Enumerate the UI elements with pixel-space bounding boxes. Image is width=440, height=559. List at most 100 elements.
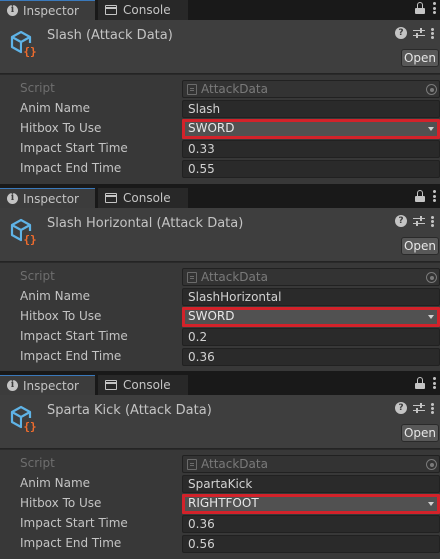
help-icon[interactable]: ? [395, 27, 407, 39]
object-picker-icon[interactable] [426, 84, 437, 95]
tab-inspector[interactable]: i Inspector [0, 0, 95, 20]
object-picker-icon[interactable] [426, 459, 437, 470]
svg-text:{}: {} [23, 420, 36, 433]
kebab-menu-icon[interactable] [431, 215, 434, 227]
hitbox-dropdown[interactable]: SWORD [182, 119, 440, 139]
tab-console-label: Console [123, 378, 171, 392]
script-value: AttackData [201, 457, 268, 471]
script-file-icon [187, 272, 197, 283]
open-button[interactable]: Open [401, 49, 439, 67]
tab-inspector-label: Inspector [23, 378, 79, 393]
field-list: Script AttackData Anim Name SlashHorizon… [0, 263, 440, 367]
field-label-script: Script [20, 269, 55, 283]
impact-end-input[interactable]: 0.36 [182, 348, 440, 366]
field-row-anim-name: Anim Name SpartaKick [0, 474, 440, 494]
asset-header: {} Slash Horizontal (Attack Data) ? Open [0, 208, 440, 262]
script-field: AttackData [182, 80, 440, 98]
script-file-icon [187, 459, 197, 470]
preset-icon[interactable] [413, 402, 425, 414]
help-icon[interactable]: ? [395, 402, 407, 414]
hitbox-dropdown[interactable]: SWORD [182, 307, 440, 327]
tab-bar: i Inspector Console [0, 188, 440, 208]
field-label-hitbox: Hitbox To Use [20, 496, 102, 510]
script-field: AttackData [182, 455, 440, 473]
field-label-anim-name: Anim Name [20, 289, 91, 303]
field-label-impact-end: Impact End Time [20, 161, 122, 175]
dropdown-arrow-icon [428, 127, 434, 131]
field-label-hitbox: Hitbox To Use [20, 121, 102, 135]
anim-name-input[interactable]: Slash [182, 100, 440, 118]
info-icon: i [7, 5, 18, 16]
hitbox-selected-value: SWORD [188, 121, 235, 135]
preset-icon[interactable] [413, 215, 425, 227]
field-label-impact-end: Impact End Time [20, 349, 122, 363]
open-button[interactable]: Open [401, 237, 439, 255]
script-field: AttackData [182, 268, 440, 286]
tab-inspector-label: Inspector [23, 191, 79, 206]
tab-tools [415, 190, 436, 202]
field-label-impact-start: Impact Start Time [20, 141, 128, 155]
object-picker-icon[interactable] [426, 272, 437, 283]
impact-start-input[interactable]: 0.33 [182, 140, 440, 158]
help-icon[interactable]: ? [395, 215, 407, 227]
field-label-impact-start: Impact Start Time [20, 516, 128, 530]
tab-inspector[interactable]: i Inspector [0, 375, 95, 395]
field-row-hitbox: Hitbox To Use RIGHTFOOT [0, 494, 440, 514]
kebab-menu-icon[interactable] [433, 190, 436, 202]
header-tools: ? [395, 215, 434, 227]
field-row-impact-end: Impact End Time 0.56 [0, 534, 440, 554]
anim-name-input[interactable]: SlashHorizontal [182, 288, 440, 306]
impact-end-input[interactable]: 0.56 [182, 535, 440, 553]
console-icon [105, 380, 117, 390]
field-row-anim-name: Anim Name Slash [0, 99, 440, 119]
kebab-menu-icon[interactable] [433, 2, 436, 14]
field-row-script: Script AttackData [0, 454, 440, 474]
field-label-script: Script [20, 456, 55, 470]
impact-start-input[interactable]: 0.36 [182, 515, 440, 533]
field-row-anim-name: Anim Name SlashHorizontal [0, 287, 440, 307]
hitbox-selected-value: SWORD [188, 309, 235, 323]
impact-end-input[interactable]: 0.55 [182, 160, 440, 178]
script-file-icon [187, 84, 197, 95]
field-row-impact-start: Impact Start Time 0.2 [0, 327, 440, 347]
tab-tools [415, 2, 436, 14]
dropdown-arrow-icon [428, 315, 434, 319]
kebab-menu-icon[interactable] [433, 377, 436, 389]
tab-console[interactable]: Console [98, 0, 188, 20]
field-label-impact-end: Impact End Time [20, 536, 122, 550]
field-list: Script AttackData Anim Name SpartaKick H… [0, 450, 440, 554]
field-row-impact-end: Impact End Time 0.55 [0, 159, 440, 179]
preset-icon[interactable] [413, 27, 425, 39]
tab-inspector[interactable]: i Inspector [0, 188, 95, 208]
field-row-impact-end: Impact End Time 0.36 [0, 347, 440, 367]
scriptable-object-icon: {} [10, 30, 38, 58]
lock-icon[interactable] [415, 190, 425, 202]
anim-name-input[interactable]: SpartaKick [182, 475, 440, 493]
field-row-script: Script AttackData [0, 79, 440, 99]
tab-bar: i Inspector Console [0, 375, 440, 395]
info-icon: i [7, 380, 18, 391]
tab-bar: i Inspector Console [0, 0, 440, 20]
impact-start-input[interactable]: 0.2 [182, 328, 440, 346]
lock-icon[interactable] [415, 377, 425, 389]
kebab-menu-icon[interactable] [431, 27, 434, 39]
lock-icon[interactable] [415, 2, 425, 14]
hitbox-dropdown[interactable]: RIGHTFOOT [182, 494, 440, 514]
inspector-panel-slash-horizontal: i Inspector Console {} Slash Horizontal (… [0, 188, 440, 371]
field-row-hitbox: Hitbox To Use SWORD [0, 119, 440, 139]
inspector-panel-slash: i Inspector Console {} Slash (Attack Data… [0, 0, 440, 184]
field-row-script: Script AttackData [0, 267, 440, 287]
kebab-menu-icon[interactable] [431, 402, 434, 414]
tab-console-label: Console [123, 3, 171, 17]
console-icon [105, 5, 117, 15]
scriptable-object-icon: {} [10, 405, 38, 433]
open-button[interactable]: Open [401, 424, 439, 442]
info-icon: i [7, 193, 18, 204]
tab-console[interactable]: Console [98, 375, 188, 395]
field-label-anim-name: Anim Name [20, 101, 91, 115]
tab-console[interactable]: Console [98, 188, 188, 208]
asset-header: {} Sparta Kick (Attack Data) ? Open [0, 395, 440, 449]
tab-inspector-label: Inspector [23, 3, 79, 18]
script-value: AttackData [201, 270, 268, 284]
field-label-anim-name: Anim Name [20, 476, 91, 490]
